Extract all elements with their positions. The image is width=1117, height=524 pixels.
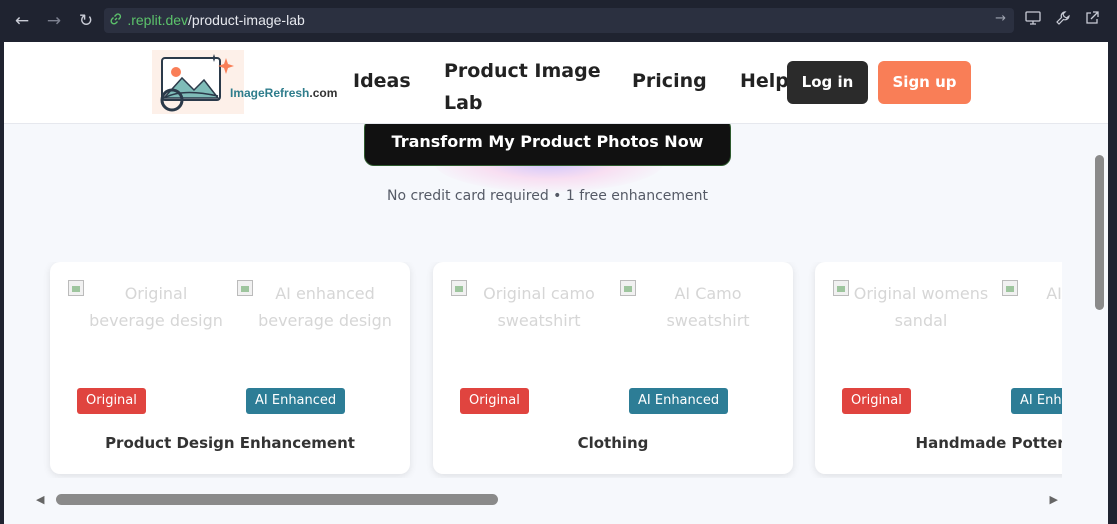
nav-pricing[interactable]: Pricing (632, 70, 707, 92)
page-viewport: ImageRefresh.com Ideas Product Image Lab… (4, 42, 1108, 524)
original-badge: Original (460, 388, 529, 414)
ai-enhanced-badge: AI Enhanced (246, 388, 346, 414)
broken-image-icon (68, 280, 84, 296)
go-arrow-icon[interactable]: → (995, 11, 1006, 26)
image-alt-text: Original womens sandal (853, 284, 989, 330)
example-card[interactable]: Original beverage design AI enhanced bev… (50, 262, 410, 474)
horizontal-scrollbar-thumb[interactable] (56, 494, 498, 505)
ai-enhanced-badge: AI Enhanced (1011, 388, 1062, 414)
enhanced-image: AI womens (1002, 280, 1062, 380)
browser-toolbar: ← → ↻ .replit.dev/product-image-lab → (0, 0, 1117, 42)
image-alt-text: AI womens (1046, 284, 1062, 303)
forward-arrow-icon[interactable]: → (42, 9, 66, 33)
nav-help[interactable]: Help (740, 70, 789, 92)
enhanced-image: AI enhanced beverage design (237, 280, 395, 380)
logo-graphic (152, 50, 244, 114)
nav-product-image-lab[interactable]: Product Image Lab (444, 55, 614, 119)
login-button[interactable]: Log in (787, 61, 868, 104)
original-badge: Original (842, 388, 911, 414)
original-badge: Original (77, 388, 146, 414)
reload-icon[interactable]: ↻ (74, 9, 98, 33)
broken-image-icon (833, 280, 849, 296)
original-image: Original womens sandal (833, 280, 991, 380)
nav-ideas[interactable]: Ideas (353, 70, 411, 92)
image-alt-text: Original camo sweatshirt (483, 284, 595, 330)
broken-image-icon (1002, 280, 1018, 296)
site-logo[interactable]: ImageRefresh.com (152, 50, 344, 114)
vertical-scrollbar-thumb[interactable] (1095, 155, 1104, 310)
broken-image-icon (620, 280, 636, 296)
wrench-icon[interactable] (1052, 10, 1074, 32)
scroll-left-arrow-icon[interactable]: ◀ (36, 493, 44, 506)
examples-carousel[interactable]: Original beverage design AI enhanced bev… (4, 262, 1062, 478)
url-text: .replit.dev/product-image-lab (110, 12, 305, 28)
card-title: Clothing (577, 434, 649, 452)
monitor-icon[interactable] (1022, 10, 1044, 32)
original-image: Original beverage design (68, 280, 226, 380)
broken-image-icon (237, 280, 253, 296)
example-card[interactable]: Original camo sweatshirt AI Camo sweatsh… (433, 262, 793, 474)
cta-note: No credit card required • 1 free enhance… (386, 188, 709, 204)
signup-button[interactable]: Sign up (878, 61, 971, 104)
example-card[interactable]: Original womens sandal AI womens Origina… (815, 262, 1062, 474)
scroll-right-arrow-icon[interactable]: ▶ (1050, 493, 1058, 506)
open-external-icon[interactable] (1081, 10, 1103, 32)
address-bar[interactable]: .replit.dev/product-image-lab → (104, 8, 1014, 33)
card-title: Product Design Enhancement (105, 434, 355, 452)
image-alt-text: AI enhanced beverage design (258, 284, 392, 330)
card-title: Handmade Pottery (915, 434, 1062, 452)
url-path: /product-image-lab (188, 12, 305, 28)
link-icon (110, 13, 125, 28)
window-edge-right (1108, 42, 1117, 524)
url-host: .replit.dev (127, 12, 189, 28)
back-arrow-icon[interactable]: ← (10, 9, 34, 33)
enhanced-image: AI Camo sweatshirt (620, 280, 778, 380)
logo-wordmark: ImageRefresh.com (230, 86, 338, 100)
transform-photos-button[interactable]: Transform My Product Photos Now (364, 118, 731, 166)
image-alt-text: AI Camo sweatshirt (666, 284, 750, 330)
image-alt-text: Original beverage design (89, 284, 223, 330)
ai-enhanced-badge: AI Enhanced (629, 388, 729, 414)
site-header: ImageRefresh.com Ideas Product Image Lab… (4, 42, 1108, 124)
horizontal-scrollbar[interactable]: ◀ ▶ (34, 490, 1062, 510)
broken-image-icon (451, 280, 467, 296)
original-image: Original camo sweatshirt (451, 280, 609, 380)
